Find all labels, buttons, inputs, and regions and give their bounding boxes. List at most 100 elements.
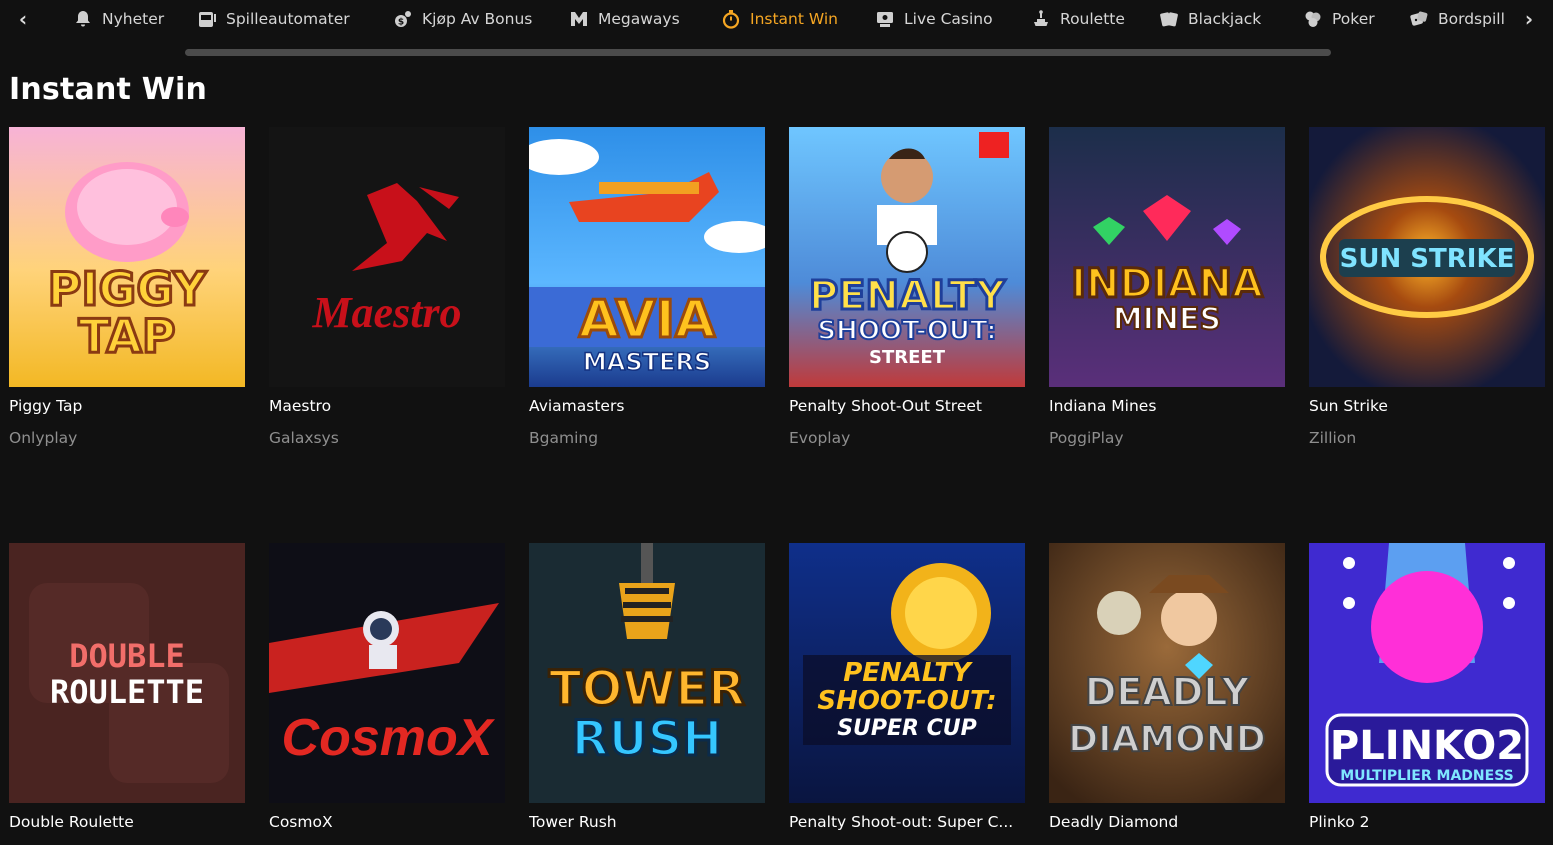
svg-text:PIGGY: PIGGY [48, 262, 207, 316]
game-title: Maestro [269, 397, 332, 415]
svg-text:DOUBLE: DOUBLE [69, 637, 185, 675]
page-title: Instant Win [9, 72, 208, 107]
svg-text:MINES: MINES [1113, 302, 1221, 337]
game-grid: PIGGY TAP Piggy Tap Onlyplay Maestro Mae… [9, 127, 1545, 845]
game-card[interactable]: DOUBLE ROULETTE Double Roulette [9, 543, 245, 845]
game-provider: Galaxsys [269, 429, 339, 447]
game-provider: Bgaming [529, 429, 599, 447]
svg-text:ROULETTE: ROULETTE [50, 673, 204, 711]
game-card[interactable]: PLINKO2 MULTIPLIER MADNESS Plinko 2 [1309, 543, 1545, 845]
game-provider: PoggiPlay [1049, 429, 1124, 447]
scroll-right-button[interactable]: › [1516, 6, 1542, 32]
nav-label: Roulette [1060, 10, 1125, 28]
svg-text:INDIANA: INDIANA [1071, 261, 1263, 307]
game-title: Penalty Shoot-Out Street [789, 397, 982, 415]
scroll-left-button[interactable]: ‹ [10, 6, 36, 32]
svg-text:Maestro: Maestro [311, 288, 461, 337]
game-card[interactable]: CosmoX CosmoX [269, 543, 505, 845]
nav-scrollbar[interactable] [185, 49, 1331, 56]
game-thumbnail[interactable]: AVIA MASTERS [529, 127, 765, 387]
svg-text:DIAMOND: DIAMOND [1068, 719, 1266, 760]
game-provider: Onlyplay [9, 429, 78, 447]
nav-item-live-casino[interactable]: Live Casino [874, 6, 993, 32]
nav-label: Live Casino [904, 10, 993, 28]
game-thumbnail[interactable]: Maestro [269, 127, 505, 387]
nav-label: Poker [1332, 10, 1375, 28]
game-card[interactable]: PENALTY SHOOT-OUT: SUPER CUP Penalty Sho… [789, 543, 1025, 845]
nav-label: Kjøp Av Bonus [422, 10, 533, 28]
svg-text:SHOOT-OUT:: SHOOT-OUT: [817, 686, 996, 716]
nav-label: Blackjack [1188, 10, 1262, 28]
game-card[interactable]: SUN STRIKE Sun Strike Zillion [1309, 127, 1545, 447]
game-title: Tower Rush [529, 813, 617, 831]
game-thumbnail[interactable]: PENALTY SHOOT-OUT: SUPER CUP [789, 543, 1025, 803]
nav-item-megaways[interactable]: Megaways [568, 6, 680, 32]
game-card[interactable]: TOWER RUSH Tower Rush [529, 543, 765, 845]
game-title: Plinko 2 [1309, 813, 1370, 831]
game-provider: Evoplay [789, 429, 851, 447]
game-thumbnail[interactable]: CosmoX [269, 543, 505, 803]
live-casino-icon [874, 8, 896, 30]
game-thumbnail[interactable]: DEADLY DIAMOND [1049, 543, 1285, 803]
game-thumbnail[interactable]: PENALTY SHOOT-OUT: STREET [789, 127, 1025, 387]
bell-icon [72, 8, 94, 30]
svg-text:SUPER CUP: SUPER CUP [837, 716, 977, 741]
svg-text:SHOOT-OUT:: SHOOT-OUT: [817, 316, 996, 346]
game-title: Indiana Mines [1049, 397, 1157, 415]
svg-text:AVIA: AVIA [579, 290, 716, 350]
bonus-buy-icon: $ [392, 8, 414, 30]
nav-item-poker[interactable]: Poker [1302, 6, 1375, 32]
game-card[interactable]: AVIA MASTERS Aviamasters Bgaming [529, 127, 765, 447]
nav-item-nyheter[interactable]: Nyheter [72, 6, 164, 32]
svg-text:RUSH: RUSH [572, 711, 723, 767]
nav-item-roulette[interactable]: Roulette [1030, 6, 1125, 32]
game-thumbnail[interactable]: PLINKO2 MULTIPLIER MADNESS [1309, 543, 1545, 803]
game-card[interactable]: PIGGY TAP Piggy Tap Onlyplay [9, 127, 245, 447]
svg-text:CosmoX: CosmoX [282, 709, 496, 767]
game-card[interactable]: INDIANA MINES Indiana Mines PoggiPlay [1049, 127, 1285, 447]
game-thumbnail[interactable]: SUN STRIKE [1309, 127, 1545, 387]
roulette-icon [1030, 8, 1052, 30]
slot-machine-icon [196, 8, 218, 30]
nav-label: Nyheter [102, 10, 165, 28]
game-title: Penalty Shoot-out: Super C... [789, 813, 1014, 831]
svg-text:SUN STRIKE: SUN STRIKE [1340, 244, 1515, 274]
nav-label: Bordspill [1438, 10, 1505, 28]
svg-text:MULTIPLIER MADNESS: MULTIPLIER MADNESS [1340, 768, 1513, 784]
nav-item-bordspill[interactable]: Bordspill [1408, 6, 1505, 32]
nav-label: Spilleautomater [226, 10, 350, 28]
game-title: Aviamasters [529, 397, 625, 415]
nav-item-instant-win[interactable]: Instant Win [720, 6, 838, 32]
game-card[interactable]: PENALTY SHOOT-OUT: STREET Penalty Shoot-… [789, 127, 1025, 447]
game-title: CosmoX [269, 813, 333, 831]
game-thumbnail[interactable]: TOWER RUSH [529, 543, 765, 803]
nav-label: Instant Win [750, 10, 838, 28]
cards-icon [1158, 8, 1180, 30]
dice-icon [1408, 8, 1430, 30]
svg-text:PLINKO2: PLINKO2 [1330, 723, 1524, 769]
svg-text:TAP: TAP [78, 309, 175, 363]
svg-text:TOWER: TOWER [549, 661, 745, 717]
stopwatch-icon [720, 8, 742, 30]
nav-label: Megaways [598, 10, 680, 28]
category-nav: ‹ Nyheter Spilleautomater $ Kjøp Av Bonu… [0, 0, 1553, 40]
game-thumbnail[interactable]: INDIANA MINES [1049, 127, 1285, 387]
nav-item-blackjack[interactable]: Blackjack [1158, 6, 1261, 32]
game-thumbnail[interactable]: PIGGY TAP [9, 127, 245, 387]
svg-text:$: $ [398, 18, 404, 28]
nav-item-kjop-av-bonus[interactable]: $ Kjøp Av Bonus [392, 6, 532, 32]
game-title: Double Roulette [9, 813, 134, 831]
svg-text:MASTERS: MASTERS [583, 348, 711, 376]
game-title: Piggy Tap [9, 397, 83, 415]
svg-text:DEADLY: DEADLY [1085, 670, 1250, 714]
megaways-icon [568, 8, 590, 30]
nav-item-spilleautomater[interactable]: Spilleautomater [196, 6, 350, 32]
game-thumbnail[interactable]: DOUBLE ROULETTE [9, 543, 245, 803]
game-provider: Zillion [1309, 429, 1357, 447]
svg-text:PENALTY: PENALTY [843, 658, 974, 688]
poker-chips-icon [1302, 8, 1324, 30]
svg-text:STREET: STREET [869, 347, 946, 368]
svg-text:PENALTY: PENALTY [809, 273, 1006, 319]
game-card[interactable]: DEADLY DIAMOND Deadly Diamond [1049, 543, 1285, 845]
game-card[interactable]: Maestro Maestro Galaxsys [269, 127, 505, 447]
